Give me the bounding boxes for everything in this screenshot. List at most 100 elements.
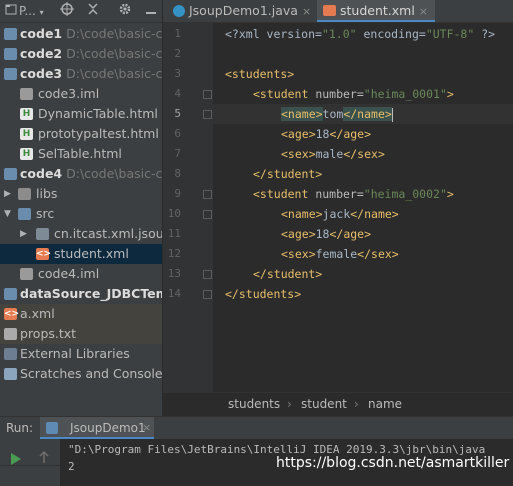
run-config-label: JsoupDemo1: [70, 421, 146, 435]
tree-item-code2[interactable]: code2 D:\code\basic-co: [0, 44, 162, 64]
breadcrumb-item[interactable]: name: [368, 393, 402, 415]
collapse-all-icon[interactable]: [84, 2, 102, 20]
run-header: Run: JsoupDemo1 ×: [0, 417, 513, 439]
breadcrumb-item[interactable]: student: [301, 393, 347, 415]
xml-tag: </name>: [350, 207, 399, 221]
fold-marker-icon[interactable]: [203, 190, 212, 199]
attr-value: "heima_0002": [363, 187, 447, 201]
xml-text: 18: [315, 227, 330, 241]
tree-item-label: src: [36, 206, 55, 221]
tree-item-label: External Libraries: [20, 346, 130, 361]
code-line-3: <students>: [225, 64, 513, 84]
xml-tag: <name>: [281, 207, 323, 221]
xml-tag: </student>: [253, 267, 323, 281]
xml-tag: </name>: [343, 107, 392, 121]
xml-tag: <student: [253, 87, 309, 101]
fold-marker-icon[interactable]: [203, 210, 212, 219]
chevron-down-icon[interactable]: ▼: [4, 204, 14, 224]
module-folder-icon: [4, 68, 17, 80]
tree-item-datasource[interactable]: dataSource_JDBCTempl: [0, 284, 162, 304]
tree-item-code4[interactable]: code4 D:\code\basic-co: [0, 164, 162, 184]
tree-item-package[interactable]: ▶ cn.itcast.xml.jsoup: [0, 224, 162, 244]
tree-item-code3-iml[interactable]: code3.iml: [0, 84, 162, 104]
tree-item-props-txt[interactable]: props.txt: [0, 324, 162, 344]
line-number: 3: [174, 67, 181, 80]
tree-item-src[interactable]: ▼ src: [0, 204, 162, 224]
breadcrumb: students › student › name: [163, 392, 513, 417]
breadcrumb-item[interactable]: students: [228, 393, 280, 415]
code-line-6: <age>18</age>: [281, 124, 513, 144]
xml-file-icon: [323, 5, 336, 16]
xml-text: jack: [322, 207, 351, 221]
tab-student-xml[interactable]: student.xml ×: [317, 0, 435, 22]
tree-item-code4-iml[interactable]: code4.iml: [0, 264, 162, 284]
project-view-icon[interactable]: [4, 2, 18, 20]
close-icon[interactable]: ×: [302, 5, 311, 18]
tree-item-label: code3: [20, 66, 63, 81]
xml-tag: >: [446, 87, 454, 101]
close-icon[interactable]: ×: [419, 5, 428, 18]
chevron-down-icon: ▾: [39, 8, 44, 17]
html-file-icon: H: [20, 128, 33, 140]
tree-item-libs[interactable]: ▶ libs: [0, 184, 162, 204]
tree-item-prototypaltest[interactable]: H prototypaltest.html: [0, 124, 162, 144]
line-number: 5: [174, 107, 181, 120]
xml-tag: <age>: [281, 127, 316, 141]
line-number: 1: [174, 27, 181, 40]
scratches-icon: [4, 368, 17, 380]
tree-item-label: libs: [36, 186, 58, 201]
text-file-icon: [4, 328, 17, 340]
html-file-icon: H: [20, 108, 33, 120]
xml-tag: </sex>: [357, 247, 399, 261]
project-panel: P... ▾ code1 D:\code\basic-co code2 D:\c…: [0, 0, 162, 416]
tab-label: JsoupDemo1.java: [188, 3, 298, 18]
tree-item-scratches[interactable]: Scratches and Consoles: [0, 364, 162, 384]
tree-item-student-xml[interactable]: <> student.xml: [0, 244, 162, 264]
editor-tabs: JsoupDemo1.java × student.xml ×: [163, 0, 513, 23]
gear-icon[interactable]: [116, 2, 134, 20]
project-toolbar: P... ▾: [0, 0, 162, 23]
tree-item-seltable[interactable]: H SelTable.html: [0, 144, 162, 164]
code-line-7: <sex>male</sex>: [281, 144, 513, 164]
tree-item-label: code4: [20, 166, 63, 181]
fold-marker-icon[interactable]: [203, 290, 212, 299]
tree-item-code1[interactable]: code1 D:\code\basic-co: [0, 24, 162, 44]
tab-jsoupdemo1[interactable]: JsoupDemo1.java ×: [167, 0, 315, 22]
xml-tag: <student: [253, 187, 309, 201]
xml-tag: </students>: [225, 287, 302, 301]
tree-item-label: student.xml: [54, 246, 129, 261]
tree-item-path: D:\code\basic-co: [66, 46, 162, 61]
fold-marker-icon[interactable]: [203, 90, 212, 99]
close-icon[interactable]: ×: [142, 417, 151, 439]
xml-tag: </age>: [329, 227, 372, 241]
project-view-selector[interactable]: P... ▾: [19, 2, 49, 20]
code-line-9: <student number="heima_0002">: [253, 184, 513, 204]
code-line-10: <name>jack</name>: [281, 204, 513, 224]
crosshair-icon[interactable]: [58, 2, 76, 20]
breadcrumb-separator: ›: [287, 397, 292, 411]
line-number: 6: [174, 127, 181, 140]
tree-item-external-libraries[interactable]: External Libraries: [0, 344, 162, 364]
tree-item-dynamictable[interactable]: H DynamicTable.html: [0, 104, 162, 124]
tab-run-config[interactable]: JsoupDemo1 ×: [40, 417, 154, 439]
xml-attr: number=: [308, 87, 364, 101]
xml-prolog-attr: encoding=: [356, 27, 426, 41]
tree-item-code3[interactable]: code3 D:\code\basic-co: [0, 64, 162, 84]
rerun-icon[interactable]: [10, 451, 22, 470]
chevron-right-icon[interactable]: ▶: [4, 184, 14, 204]
fold-marker-icon[interactable]: [203, 110, 212, 119]
fold-marker-icon[interactable]: [203, 270, 212, 279]
xml-tag: <sex>: [281, 147, 316, 161]
line-number: 12: [167, 247, 181, 260]
xml-text: female: [315, 247, 358, 261]
minimize-icon[interactable]: [142, 2, 160, 20]
tree-item-a-xml[interactable]: <> a.xml: [0, 304, 162, 324]
code-area[interactable]: <?xml version="1.0" encoding="UTF-8" ?> …: [213, 22, 513, 392]
line-number: 10: [167, 207, 181, 220]
tree-item-path: D:\code\basic-co: [66, 26, 162, 41]
module-folder-icon: [4, 288, 17, 300]
tree-item-label: code1: [20, 26, 63, 41]
line-number: 7: [174, 147, 181, 160]
chevron-right-icon[interactable]: ▶: [20, 224, 30, 244]
toolbar-divider: [0, 465, 60, 466]
